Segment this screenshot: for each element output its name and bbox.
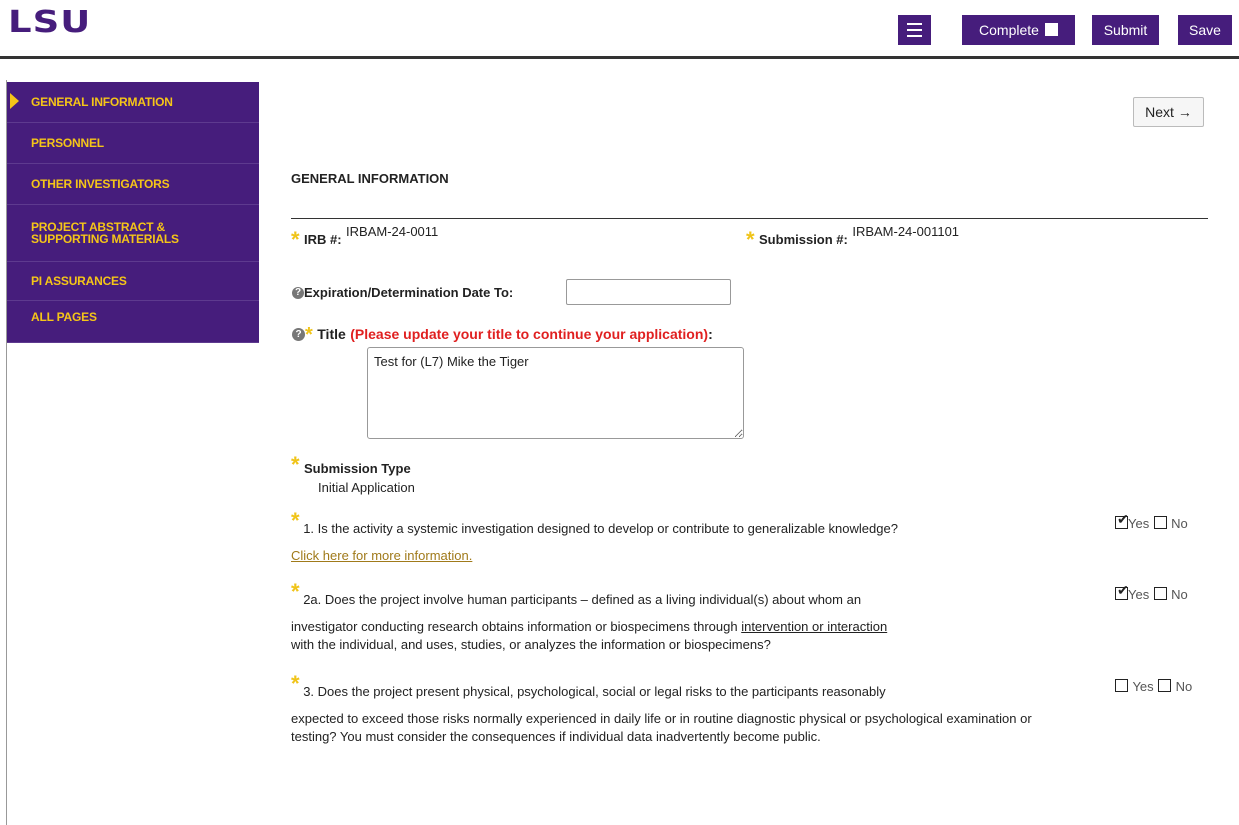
required-asterisk: * — [291, 227, 300, 252]
yes-checkbox[interactable] — [1115, 679, 1128, 693]
sidebar-item-label: ALL PAGES — [31, 310, 97, 324]
current-page-arrow-icon — [10, 93, 19, 109]
question-2a-text-line1: 2a. Does the project involve human parti… — [303, 592, 862, 607]
sidebar-item-label: PROJECT ABSTRACT & SUPPORTING MATERIALS — [31, 220, 179, 246]
no-checkbox[interactable] — [1153, 587, 1167, 601]
sidebar-nav: GENERAL INFORMATION PERSONNEL OTHER INVE… — [7, 82, 259, 343]
expiration-date-input[interactable] — [566, 279, 731, 305]
yes-label: Yes — [1128, 587, 1150, 602]
question-3: * 3. Does the project present physical, … — [291, 673, 1071, 700]
sidebar-item-label: OTHER INVESTIGATORS — [31, 177, 170, 191]
irb-number-field: * IRB #: IRBAM-24-0011 — [291, 224, 438, 251]
intervention-interaction-link[interactable]: intervention or interaction — [741, 619, 887, 634]
submission-value: IRBAM-24-001101 — [852, 224, 960, 239]
question-2a-text-line2: investigator conducting research obtains… — [291, 619, 742, 634]
header: LSU Complete Submit Save — [0, 0, 1239, 59]
required-asterisk: * — [291, 452, 300, 477]
sidebar-item-general-information[interactable]: GENERAL INFORMATION — [7, 82, 259, 123]
question-2a-text-line3: with the individual, and uses, studies, … — [291, 637, 771, 652]
no-checkbox[interactable] — [1158, 679, 1172, 693]
more-information-link[interactable]: Click here for more information. — [291, 548, 472, 563]
question-1-answer: Yes No — [1115, 511, 1188, 533]
no-label: No — [1175, 679, 1193, 694]
question-3-text-line1: 3. Does the project present physical, ps… — [303, 684, 886, 699]
yes-label: Yes — [1128, 516, 1150, 531]
expiration-date-field: ? Expiration/Determination Date To: — [292, 284, 513, 302]
complete-checkbox[interactable] — [1044, 23, 1058, 37]
sidebar-item-label: GENERAL INFORMATION — [31, 95, 173, 109]
question-1-text: 1. Is the activity a systemic investigat… — [303, 521, 898, 536]
next-button[interactable]: Next → — [1133, 97, 1204, 127]
expiration-label: Expiration/Determination Date To: — [304, 285, 514, 300]
hamburger-menu-button[interactable] — [898, 15, 931, 45]
sidebar-item-project-abstract[interactable]: PROJECT ABSTRACT & SUPPORTING MATERIALS — [7, 205, 259, 262]
no-label: No — [1171, 587, 1188, 602]
header-divider — [0, 56, 1239, 59]
question-2a-continued: investigator conducting research obtains… — [291, 618, 1071, 654]
irb-label: IRB #: — [304, 232, 342, 247]
save-button[interactable]: Save — [1178, 15, 1232, 45]
irb-value: IRBAM-24-0011 — [346, 224, 439, 239]
required-asterisk: * — [291, 508, 300, 533]
question-2a: * 2a. Does the project involve human par… — [291, 581, 1071, 608]
sidebar-item-personnel[interactable]: PERSONNEL — [7, 123, 259, 164]
required-asterisk: * — [291, 579, 300, 604]
complete-button[interactable]: Complete — [962, 15, 1075, 45]
required-asterisk: * — [291, 671, 300, 696]
submission-number-field: * Submission #: IRBAM-24-001101 — [746, 224, 959, 251]
question-1: * 1. Is the activity a systemic investig… — [291, 510, 1071, 537]
help-icon[interactable]: ? — [292, 328, 305, 342]
required-asterisk: * — [746, 227, 755, 252]
title-warning: (Please update your title to continue yo… — [350, 326, 709, 342]
no-checkbox[interactable] — [1153, 516, 1167, 530]
submission-type-label: Submission Type — [304, 461, 411, 476]
title-field-label: ? * Title (Please update your title to co… — [292, 324, 713, 346]
complete-label: Complete — [979, 22, 1039, 38]
hamburger-icon — [907, 23, 922, 25]
submission-type-value: Initial Application — [318, 480, 415, 495]
sidebar-item-pi-assurances[interactable]: PI ASSURANCES — [7, 262, 259, 301]
required-asterisk: * — [305, 324, 313, 346]
question-3-answer: Yes No — [1115, 678, 1192, 696]
sidebar-item-other-investigators[interactable]: OTHER INVESTIGATORS — [7, 164, 259, 205]
sidebar-item-label: PERSONNEL — [31, 136, 104, 150]
help-icon[interactable]: ? — [292, 286, 304, 299]
sidebar-item-label: PI ASSURANCES — [31, 274, 127, 288]
title-label: Title — [317, 326, 346, 342]
submission-label: Submission #: — [759, 232, 848, 247]
submission-type-field: * Submission Type — [291, 454, 411, 477]
question-3-text-rest: expected to exceed those risks normally … — [291, 711, 1032, 744]
yes-checkbox[interactable] — [1115, 582, 1129, 601]
no-label: No — [1171, 516, 1188, 531]
section-divider — [291, 218, 1208, 219]
question-2a-answer: Yes No — [1115, 582, 1188, 604]
section-title: GENERAL INFORMATION — [291, 171, 449, 186]
submit-button[interactable]: Submit — [1092, 15, 1159, 45]
lsu-logo[interactable]: LSU — [8, 4, 91, 40]
yes-checkbox[interactable] — [1115, 511, 1129, 530]
title-textarea[interactable]: Test for (L7) Mike the Tiger — [367, 347, 744, 439]
sidebar-item-all-pages[interactable]: ALL PAGES — [7, 301, 259, 343]
yes-label: Yes — [1132, 679, 1154, 694]
